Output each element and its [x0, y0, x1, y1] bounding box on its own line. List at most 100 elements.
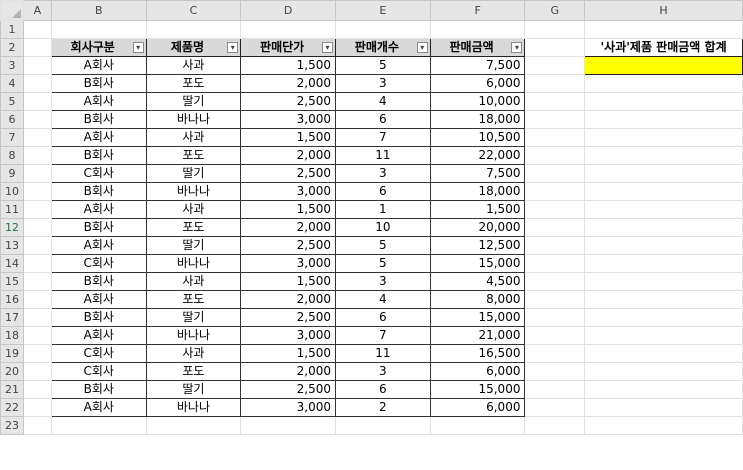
table-cell[interactable]: 3,000 — [240, 398, 336, 417]
row-header[interactable]: 20 — [0, 362, 24, 381]
table-cell[interactable]: 5 — [335, 56, 431, 75]
table-cell[interactable]: 3 — [335, 164, 431, 183]
table-cell[interactable]: 1,500 — [240, 272, 336, 291]
empty-cell[interactable] — [145, 20, 242, 39]
table-cell[interactable]: 딸기 — [145, 308, 242, 327]
table-cell[interactable]: 7,500 — [429, 56, 526, 75]
sum-label-cell[interactable]: '사과'제품 판매금액 합계 — [584, 38, 743, 57]
table-cell[interactable]: 사과 — [145, 344, 242, 363]
empty-cell[interactable] — [524, 164, 586, 183]
dropdown-arrow-icon[interactable]: ▾ — [322, 42, 333, 53]
table-cell[interactable]: 6 — [335, 380, 431, 399]
column-header-h[interactable]: H — [584, 0, 743, 21]
empty-cell[interactable] — [524, 146, 586, 165]
table-cell[interactable]: 1,500 — [240, 344, 336, 363]
table-cell[interactable]: 2,500 — [240, 164, 336, 183]
empty-cell[interactable] — [524, 128, 586, 147]
table-cell[interactable]: 10,500 — [429, 128, 526, 147]
empty-cell[interactable] — [524, 20, 586, 39]
table-cell[interactable]: 2,000 — [240, 218, 336, 237]
table-cell[interactable]: A회사 — [50, 56, 147, 75]
table-cell[interactable]: 15,000 — [429, 308, 526, 327]
table-cell[interactable]: 7,500 — [429, 164, 526, 183]
table-cell[interactable]: 2,000 — [240, 74, 336, 93]
empty-cell[interactable] — [23, 92, 52, 111]
empty-cell[interactable] — [23, 380, 52, 399]
empty-cell[interactable] — [584, 272, 743, 291]
table-cell[interactable]: 4 — [335, 290, 431, 309]
table-cell[interactable]: 10 — [335, 218, 431, 237]
empty-cell[interactable] — [429, 20, 526, 39]
row-header[interactable]: 18 — [0, 326, 24, 345]
empty-cell[interactable] — [524, 218, 586, 237]
empty-cell[interactable] — [524, 254, 586, 273]
empty-cell[interactable] — [524, 290, 586, 309]
table-cell[interactable]: B회사 — [50, 182, 147, 201]
empty-cell[interactable] — [23, 200, 52, 219]
empty-cell[interactable] — [524, 416, 586, 435]
empty-cell[interactable] — [240, 20, 336, 39]
row-header[interactable]: 14 — [0, 254, 24, 273]
table-cell[interactable]: C회사 — [50, 164, 147, 183]
empty-cell[interactable] — [584, 290, 743, 309]
table-cell[interactable]: 사과 — [145, 200, 242, 219]
empty-cell[interactable] — [50, 416, 147, 435]
table-cell[interactable]: 포도 — [145, 218, 242, 237]
table-cell[interactable]: 2,000 — [240, 362, 336, 381]
empty-cell[interactable] — [23, 236, 52, 255]
empty-cell[interactable] — [23, 38, 52, 57]
empty-cell[interactable] — [584, 218, 743, 237]
table-cell[interactable]: C회사 — [50, 362, 147, 381]
row-header[interactable]: 17 — [0, 308, 24, 327]
table-header-cell[interactable]: 제품명 ▾ — [145, 38, 242, 57]
table-cell[interactable]: 2,000 — [240, 146, 336, 165]
table-cell[interactable]: 15,000 — [429, 380, 526, 399]
table-cell[interactable]: 3,000 — [240, 326, 336, 345]
row-header[interactable]: 21 — [0, 380, 24, 399]
row-header[interactable]: 22 — [0, 398, 24, 417]
table-cell[interactable]: 6 — [335, 308, 431, 327]
table-cell[interactable]: A회사 — [50, 128, 147, 147]
column-header-f[interactable]: F — [429, 0, 526, 21]
table-cell[interactable]: A회사 — [50, 92, 147, 111]
empty-cell[interactable] — [23, 254, 52, 273]
table-cell[interactable]: B회사 — [50, 272, 147, 291]
table-cell[interactable]: B회사 — [50, 146, 147, 165]
table-cell[interactable]: 2,500 — [240, 380, 336, 399]
table-cell[interactable]: C회사 — [50, 344, 147, 363]
table-cell[interactable]: B회사 — [50, 308, 147, 327]
empty-cell[interactable] — [23, 308, 52, 327]
empty-cell[interactable] — [23, 344, 52, 363]
empty-cell[interactable] — [584, 200, 743, 219]
empty-cell[interactable] — [23, 272, 52, 291]
table-cell[interactable]: 3 — [335, 272, 431, 291]
dropdown-arrow-icon[interactable]: ▾ — [416, 42, 428, 53]
table-cell[interactable]: 2,500 — [240, 236, 336, 255]
table-cell[interactable]: 바나나 — [145, 182, 242, 201]
empty-cell[interactable] — [584, 416, 743, 435]
empty-cell[interactable] — [524, 74, 586, 93]
empty-cell[interactable] — [429, 416, 526, 435]
row-header[interactable]: 19 — [0, 344, 24, 363]
table-cell[interactable]: 포도 — [145, 146, 242, 165]
row-header[interactable]: 16 — [0, 290, 24, 309]
table-cell[interactable]: 8,000 — [429, 290, 526, 309]
table-cell[interactable]: 1 — [335, 200, 431, 219]
empty-cell[interactable] — [584, 20, 743, 39]
row-header[interactable]: 12 — [0, 218, 24, 237]
row-header[interactable]: 2 — [0, 38, 24, 57]
table-cell[interactable]: 1,500 — [429, 200, 526, 219]
column-header-a[interactable]: A — [23, 0, 52, 21]
empty-cell[interactable] — [584, 398, 743, 417]
sum-result-cell[interactable] — [584, 56, 743, 75]
table-cell[interactable]: 딸기 — [145, 380, 242, 399]
empty-cell[interactable] — [335, 416, 431, 435]
empty-cell[interactable] — [524, 398, 586, 417]
table-cell[interactable]: 10,000 — [429, 92, 526, 111]
row-header[interactable]: 3 — [0, 56, 24, 75]
table-cell[interactable]: B회사 — [50, 74, 147, 93]
empty-cell[interactable] — [23, 110, 52, 129]
empty-cell[interactable] — [584, 380, 743, 399]
empty-cell[interactable] — [524, 182, 586, 201]
empty-cell[interactable] — [584, 362, 743, 381]
